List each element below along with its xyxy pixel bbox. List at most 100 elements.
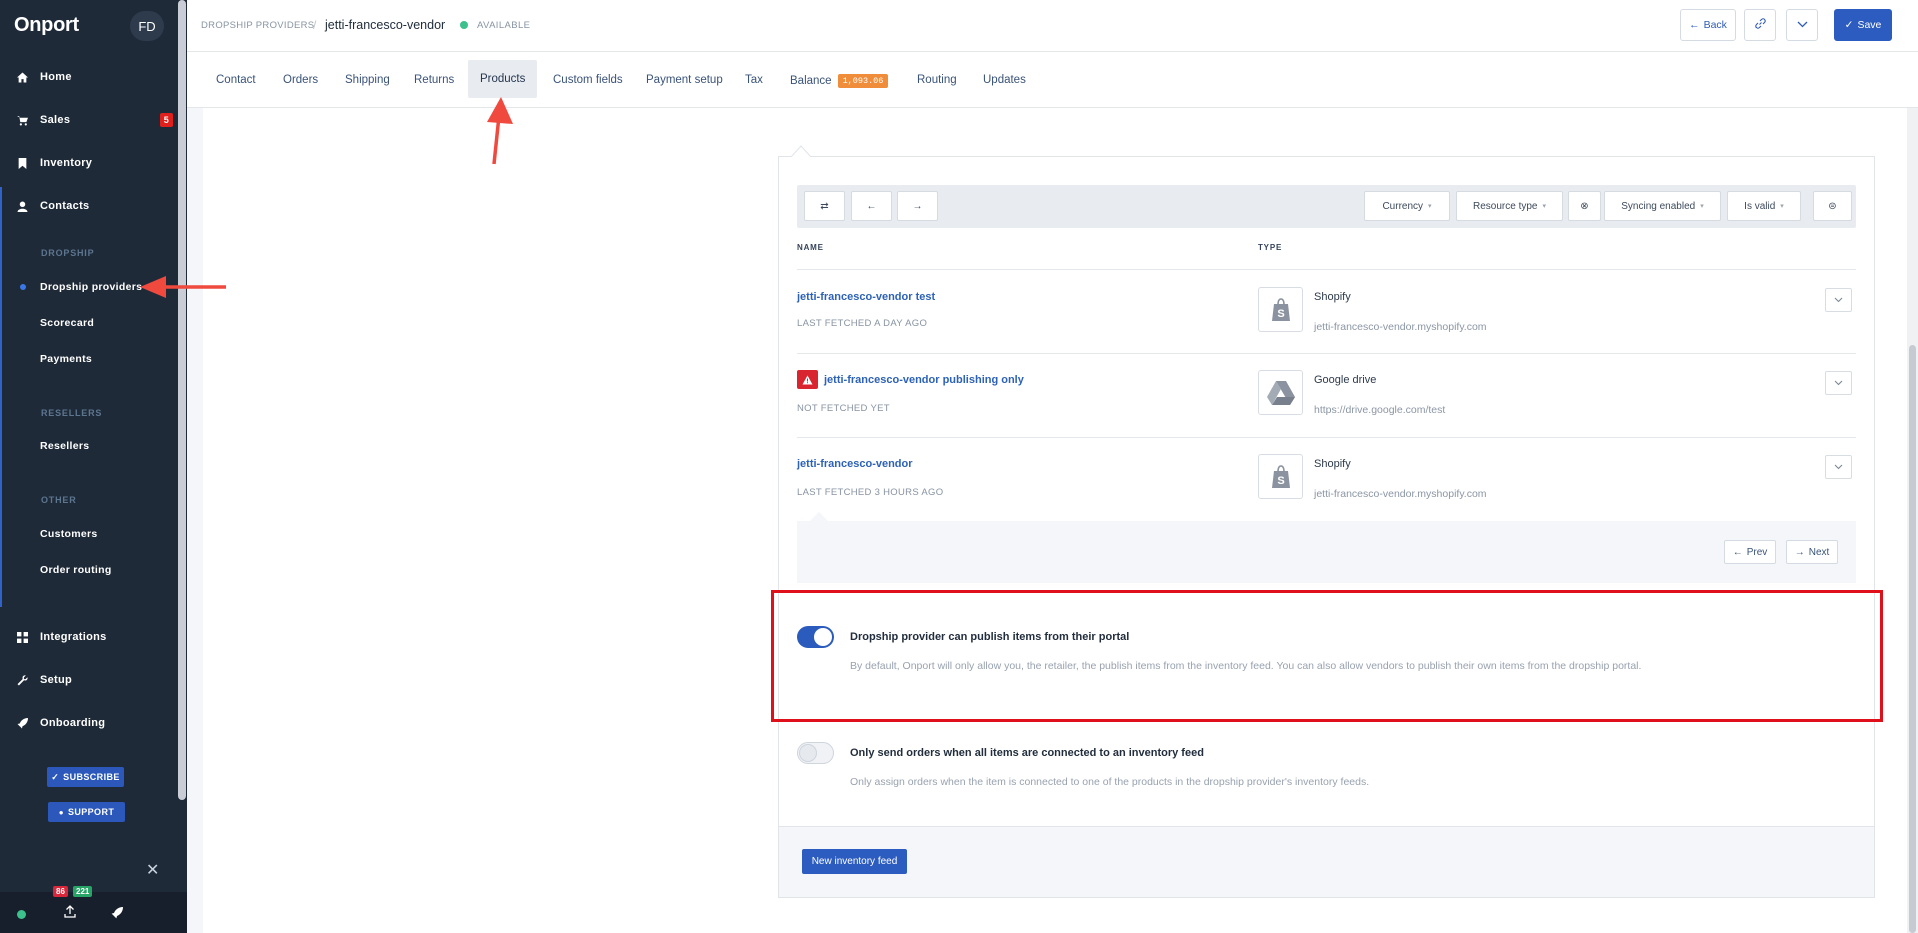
new-inventory-feed-button[interactable]: New inventory feed <box>802 849 907 874</box>
card-pointer <box>790 145 812 157</box>
row-dropdown-button[interactable] <box>1825 288 1852 312</box>
warning-icon <box>797 370 818 389</box>
home-icon <box>0 72 40 83</box>
feed-name-link[interactable]: jetti-francesco-vendor publishing only <box>824 374 1024 386</box>
column-settings-button[interactable]: ⊜ <box>1813 191 1852 221</box>
shopify-icon: S <box>1258 287 1303 332</box>
feed-url[interactable]: https://drive.google.com/test <box>1314 404 1445 416</box>
page-scrollbar-thumb[interactable] <box>1909 345 1916 933</box>
feed-name-link[interactable]: jetti-francesco-vendor test <box>797 291 935 303</box>
sidebar-item-scorecard[interactable]: Scorecard <box>40 317 94 329</box>
sidebar-item-customers[interactable]: Customers <box>40 528 98 540</box>
balance-badge: 1,093.06 <box>837 74 889 88</box>
tab-products[interactable]: Products <box>468 60 538 98</box>
nav-setup[interactable]: Setup <box>0 665 187 695</box>
upload-icon[interactable] <box>64 905 76 923</box>
nav-label: Inventory <box>40 157 93 169</box>
arrow-left-icon: ← <box>866 200 877 212</box>
prev-page-button[interactable]: ← <box>851 191 892 221</box>
online-status-dot <box>17 910 26 919</box>
nav-label: Sales <box>40 114 71 126</box>
feed-url[interactable]: jetti-francesco-vendor.myshopify.com <box>1314 488 1487 500</box>
tab-updates[interactable]: Updates <box>983 74 1026 86</box>
sidebar-item-payments[interactable]: Payments <box>40 353 92 365</box>
rocket-icon <box>0 717 40 729</box>
arrow-right-icon: → <box>1794 546 1805 558</box>
connected-items-only-toggle[interactable] <box>797 742 834 764</box>
next-page-button[interactable]: → <box>897 191 938 221</box>
nav-home[interactable]: Home <box>0 62 187 92</box>
pager-pointer <box>809 512 829 522</box>
clear-filters-button[interactable]: ⊗ <box>1568 191 1601 221</box>
tab-shipping[interactable]: Shipping <box>345 74 390 86</box>
sidebar-scrollbar[interactable] <box>178 0 186 800</box>
save-button[interactable]: ✓ Save <box>1834 9 1892 41</box>
card-footer <box>779 826 1874 897</box>
pagination-bar <box>797 521 1856 583</box>
nav-contacts[interactable]: Contacts <box>0 191 187 221</box>
nav-integrations[interactable]: Integrations <box>0 622 187 652</box>
back-button[interactable]: ← Back <box>1680 9 1736 41</box>
feed-fetch-status: LAST FETCHED 3 HOURS AGO <box>797 487 944 498</box>
prev-label: Prev <box>1746 546 1768 558</box>
close-circle-icon: ⊗ <box>1580 200 1589 212</box>
support-label: SUPPORT <box>67 807 115 817</box>
google-drive-icon <box>1258 370 1303 415</box>
filter-label: Is valid <box>1744 200 1776 212</box>
tab-payment-setup[interactable]: Payment setup <box>646 74 723 86</box>
resource-type-filter[interactable]: Resource type ▾ <box>1456 191 1563 221</box>
tab-contact[interactable]: Contact <box>216 74 256 86</box>
nav-onboarding[interactable]: Onboarding <box>0 708 187 738</box>
chevron-down-icon <box>1834 297 1843 303</box>
prev-button[interactable]: ← Prev <box>1724 540 1776 564</box>
error-count[interactable]: 86 <box>53 886 68 897</box>
row-dropdown-button[interactable] <box>1825 455 1852 479</box>
layers-icon: ⊜ <box>1828 200 1837 212</box>
user-icon <box>0 201 40 212</box>
more-dropdown-button[interactable] <box>1786 9 1818 41</box>
divider <box>797 353 1856 354</box>
section-dropship: DROPSHIP <box>41 248 95 258</box>
is-valid-filter[interactable]: Is valid ▾ <box>1727 191 1801 221</box>
arrow-right-icon: → <box>912 200 923 212</box>
tab-tax[interactable]: Tax <box>745 74 763 86</box>
row-dropdown-button[interactable] <box>1825 371 1852 395</box>
nav-label: Home <box>40 71 72 83</box>
success-count[interactable]: 221 <box>73 886 93 897</box>
refresh-button[interactable]: ⇄ <box>804 191 845 221</box>
check-icon: ✓ <box>1844 19 1854 31</box>
app-logo[interactable]: Onport <box>14 14 79 37</box>
sidebar-item-dropship-providers[interactable]: Dropship providers <box>40 281 142 293</box>
tab-returns[interactable]: Returns <box>414 74 454 86</box>
avatar[interactable]: FD <box>130 11 164 41</box>
next-button[interactable]: → Next <box>1786 540 1838 564</box>
tab-balance-label: Balance <box>790 75 832 87</box>
nav-sales[interactable]: Sales 5 <box>0 105 187 135</box>
bookmark-icon <box>0 157 40 169</box>
tab-custom-fields[interactable]: Custom fields <box>553 74 623 86</box>
feed-url[interactable]: jetti-francesco-vendor.myshopify.com <box>1314 321 1487 333</box>
syncing-enabled-filter[interactable]: Syncing enabled ▾ <box>1604 191 1721 221</box>
subscribe-button[interactable]: ✓ SUBSCRIBE <box>47 767 124 787</box>
sidebar-item-order-routing[interactable]: Order routing <box>40 564 112 576</box>
tab-balance[interactable]: Balance 1,093.06 <box>790 74 889 88</box>
column-header-name[interactable]: NAME <box>797 243 824 252</box>
currency-filter[interactable]: Currency ▾ <box>1364 191 1450 221</box>
breadcrumb-separator: / <box>313 18 317 32</box>
setting-description: Only assign orders when the item is conn… <box>850 776 1370 788</box>
rocket-icon[interactable] <box>111 906 123 924</box>
tab-orders[interactable]: Orders <box>283 74 318 86</box>
subscribe-label: SUBSCRIBE <box>63 772 120 782</box>
link-button[interactable] <box>1744 9 1776 41</box>
sidebar-item-resellers[interactable]: Resellers <box>40 440 89 452</box>
tab-routing[interactable]: Routing <box>917 74 957 86</box>
close-icon[interactable]: ✕ <box>146 860 159 880</box>
nav-label: Integrations <box>40 631 107 643</box>
feed-type: Shopify <box>1314 458 1351 470</box>
column-header-type[interactable]: TYPE <box>1258 243 1282 252</box>
feed-name-link[interactable]: jetti-francesco-vendor <box>797 458 913 470</box>
breadcrumb[interactable]: DROPSHIP PROVIDERS <box>201 20 314 31</box>
nav-inventory[interactable]: Inventory <box>0 148 187 178</box>
support-button[interactable]: ● SUPPORT <box>48 802 125 822</box>
link-icon <box>1754 18 1766 32</box>
